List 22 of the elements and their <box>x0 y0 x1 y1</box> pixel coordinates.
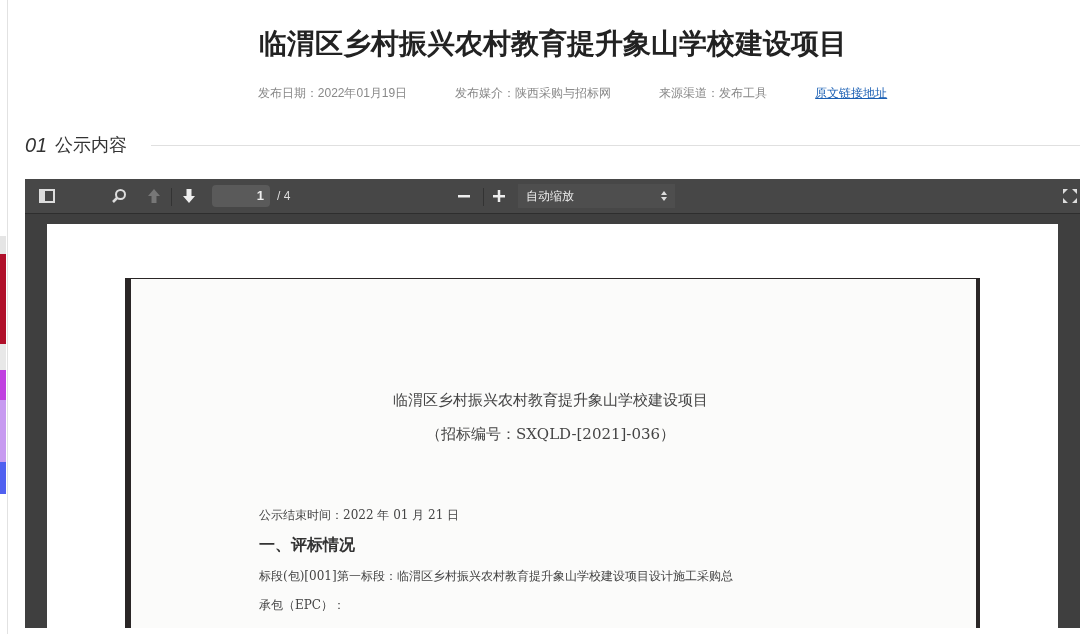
meta-text: 发布日期：2022年01月19日 <box>257 85 408 102</box>
article-title: 临渭区乡村振兴农村教育提升象山学校建设项目 <box>257 27 848 61</box>
fullscreen-icon[interactable] <box>1062 188 1078 204</box>
page-number-field[interactable]: 1 <box>212 185 270 207</box>
search-icon[interactable] <box>111 188 127 204</box>
page-count: / 4 <box>277 188 291 205</box>
section-number: 01 <box>25 133 48 158</box>
updown-caret-icon <box>661 191 667 201</box>
document-text: 承包（EPC）： <box>259 597 346 613</box>
document-text: 公示结束时间：2022 年 01 月 21 日 <box>259 507 461 523</box>
document-text: 标段(包)[001]第一标段：临渭区乡村振兴农村教育提升象山学校建设项目设计施工采购总 <box>259 568 734 584</box>
meta-text: 来源渠道：发布工具 <box>659 85 768 102</box>
arrow-down-icon[interactable] <box>182 188 196 204</box>
document-title: 临渭区乡村振兴农村教育提升象山学校建设项目 <box>392 390 709 411</box>
meta-text: 发布媒介：陕西采购与招标网 <box>455 85 612 102</box>
document-heading: 一、评标情况 <box>259 535 356 555</box>
document-number: （招标编号：SXQLD-[2021]-036） <box>424 424 677 445</box>
zoom-in-icon[interactable] <box>493 190 505 202</box>
zoom-select[interactable]: 自动缩放 <box>518 184 675 208</box>
source-link[interactable]: 原文链接地址 <box>815 84 888 102</box>
section-title: 公示内容 <box>55 133 128 157</box>
sidebar-toggle-icon[interactable] <box>39 189 55 203</box>
